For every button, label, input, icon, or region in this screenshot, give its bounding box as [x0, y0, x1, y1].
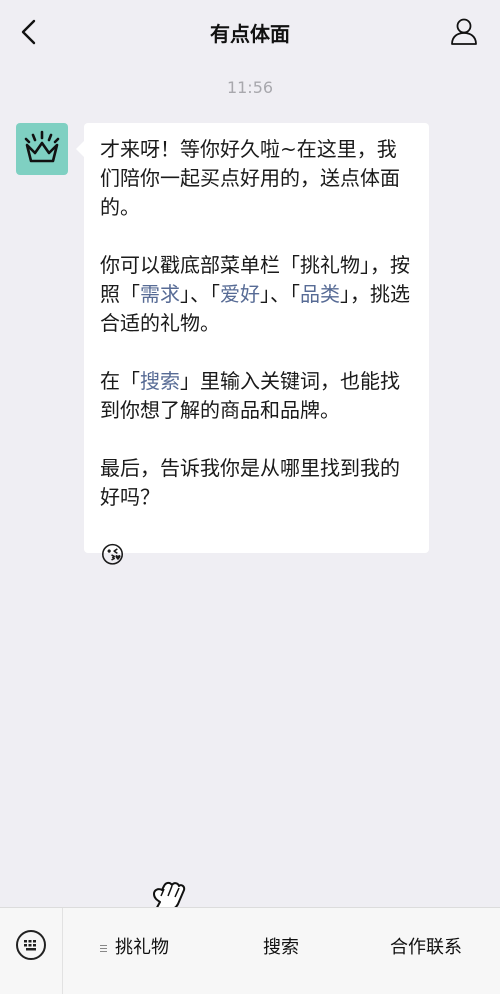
page-title: 有点体面 — [210, 22, 290, 46]
message-paragraph: 你可以戳底部菜单栏「挑礼物」，按照「需求」、「爱好」、「品类」，挑选合适的礼物。 — [100, 251, 413, 338]
menu-item-label: 挑礼物 — [115, 937, 169, 958]
menu-lines-icon — [100, 943, 107, 954]
kiss-emoji-icon: 😘 — [100, 541, 126, 569]
person-icon[interactable] — [448, 15, 480, 47]
menu-item-search[interactable]: 搜索 — [263, 933, 299, 959]
menu-item-gift[interactable]: 挑礼物 — [100, 933, 169, 959]
message-paragraph: 在「搜索」里输入关键词，也能找到你想了解的商品和品牌。 — [100, 367, 413, 425]
keyword-link-search[interactable]: 搜索 — [140, 369, 180, 393]
avatar[interactable] — [16, 123, 68, 175]
menu-item-label: 搜索 — [263, 937, 299, 958]
bottom-menu-bar: 挑礼物 搜索 合作联系 — [0, 907, 500, 994]
message-text: 在「 — [100, 369, 140, 393]
keyword-link-category[interactable]: 品类 — [300, 282, 340, 306]
divider — [62, 908, 63, 994]
message-text: 」、「 — [260, 282, 300, 306]
message-paragraph: 才来呀！等你好久啦~在这里，我们陪你一起买点好用的，送点体面的。 — [100, 137, 400, 219]
crown-logo-icon — [24, 130, 60, 163]
menu-item-label: 合作联系 — [390, 937, 462, 958]
nav-header: 有点体面 — [0, 0, 500, 64]
message-paragraph: 最后，告诉我你是从哪里找到我的好吗？ — [100, 456, 400, 509]
keyboard-icon[interactable] — [16, 930, 46, 960]
keyword-link-hobby[interactable]: 爱好 — [220, 282, 260, 306]
message-bubble: 才来呀！等你好久啦~在这里，我们陪你一起买点好用的，送点体面的。 你可以戳底部菜… — [76, 123, 429, 569]
menu-item-contact[interactable]: 合作联系 — [390, 933, 462, 959]
message-text: 」、「 — [180, 282, 220, 306]
message-timestamp: 11:56 — [226, 78, 274, 97]
keyword-link-needs[interactable]: 需求 — [140, 282, 180, 306]
bubble-arrow — [76, 141, 84, 157]
